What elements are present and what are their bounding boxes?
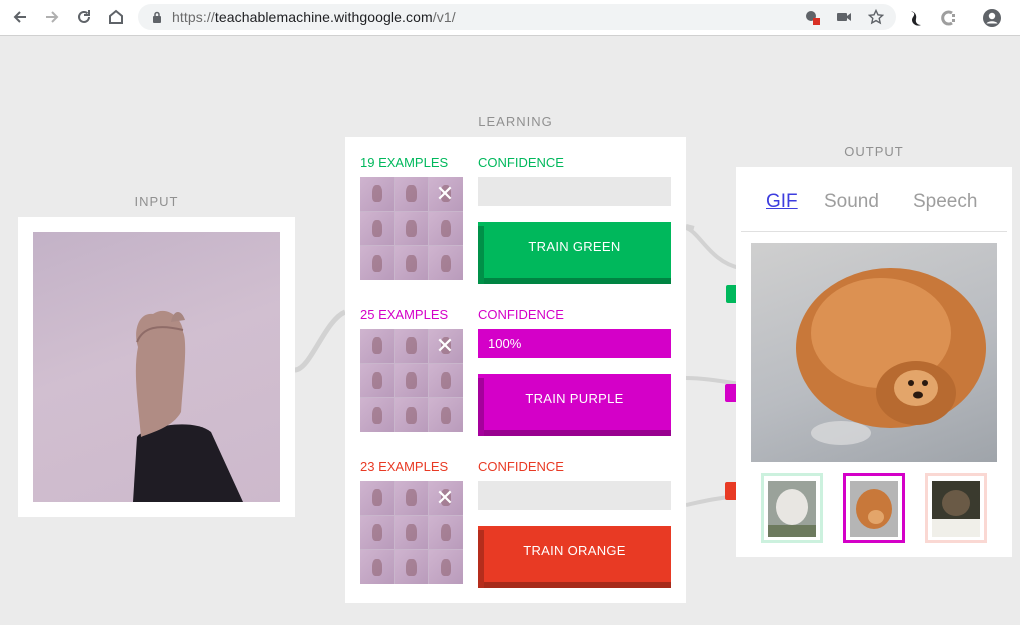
train-purple-label: TRAIN PURPLE bbox=[525, 391, 624, 406]
gif-preview bbox=[751, 243, 997, 462]
output-panel: GIF Sound Speech bbox=[736, 167, 1012, 557]
button-shadow bbox=[478, 530, 484, 588]
tab-speech[interactable]: Speech bbox=[913, 191, 977, 213]
orange-confidence-label: CONFIDENCE bbox=[478, 459, 564, 474]
input-title: INPUT bbox=[134, 194, 179, 209]
button-shadow bbox=[484, 430, 671, 436]
green-examples-count: 19 EXAMPLES bbox=[360, 155, 449, 170]
train-orange-label: TRAIN ORANGE bbox=[523, 543, 626, 558]
gif-option-1[interactable] bbox=[761, 473, 823, 543]
gif-thumbnail bbox=[850, 481, 898, 537]
purple-examples-count: 25 EXAMPLES bbox=[360, 307, 449, 322]
purple-clear-button[interactable]: ✕ bbox=[435, 335, 455, 357]
learning-title: LEARNING bbox=[478, 114, 553, 129]
purple-confidence-value: 100% bbox=[488, 336, 522, 351]
button-shadow bbox=[484, 582, 671, 588]
orange-confidence-bar bbox=[478, 481, 671, 510]
train-green-label: TRAIN GREEN bbox=[528, 239, 621, 254]
pomeranian-gif bbox=[796, 268, 986, 445]
orange-examples-count: 23 EXAMPLES bbox=[360, 459, 449, 474]
button-shadow bbox=[478, 378, 484, 436]
purple-confidence-bar: 100% bbox=[478, 329, 671, 358]
button-shadow bbox=[484, 278, 671, 284]
green-confidence-bar bbox=[478, 177, 671, 206]
webcam-image bbox=[133, 310, 243, 502]
output-title: OUTPUT bbox=[844, 144, 904, 159]
tab-sound[interactable]: Sound bbox=[824, 191, 879, 213]
gif-option-3[interactable] bbox=[925, 473, 987, 543]
train-orange-button[interactable]: TRAIN ORANGE bbox=[478, 526, 671, 588]
tab-divider bbox=[741, 231, 1007, 232]
train-purple-button[interactable]: TRAIN PURPLE bbox=[478, 374, 671, 436]
purple-confidence-label: CONFIDENCE bbox=[478, 307, 564, 322]
green-clear-button[interactable]: ✕ bbox=[435, 183, 455, 205]
button-shadow bbox=[478, 226, 484, 284]
tab-gif[interactable]: GIF bbox=[766, 191, 798, 213]
gif-thumbnail bbox=[932, 481, 980, 537]
green-confidence-label: CONFIDENCE bbox=[478, 155, 564, 170]
input-panel bbox=[18, 217, 295, 517]
gif-option-2[interactable] bbox=[843, 473, 905, 543]
orange-clear-button[interactable]: ✕ bbox=[435, 487, 455, 509]
gif-thumbnail bbox=[768, 481, 816, 537]
webcam-feed bbox=[33, 232, 280, 502]
learning-panel: 19 EXAMPLES CONFIDENCE ✕ TRAIN GREEN 25 … bbox=[345, 137, 686, 603]
train-green-button[interactable]: TRAIN GREEN bbox=[478, 222, 671, 284]
